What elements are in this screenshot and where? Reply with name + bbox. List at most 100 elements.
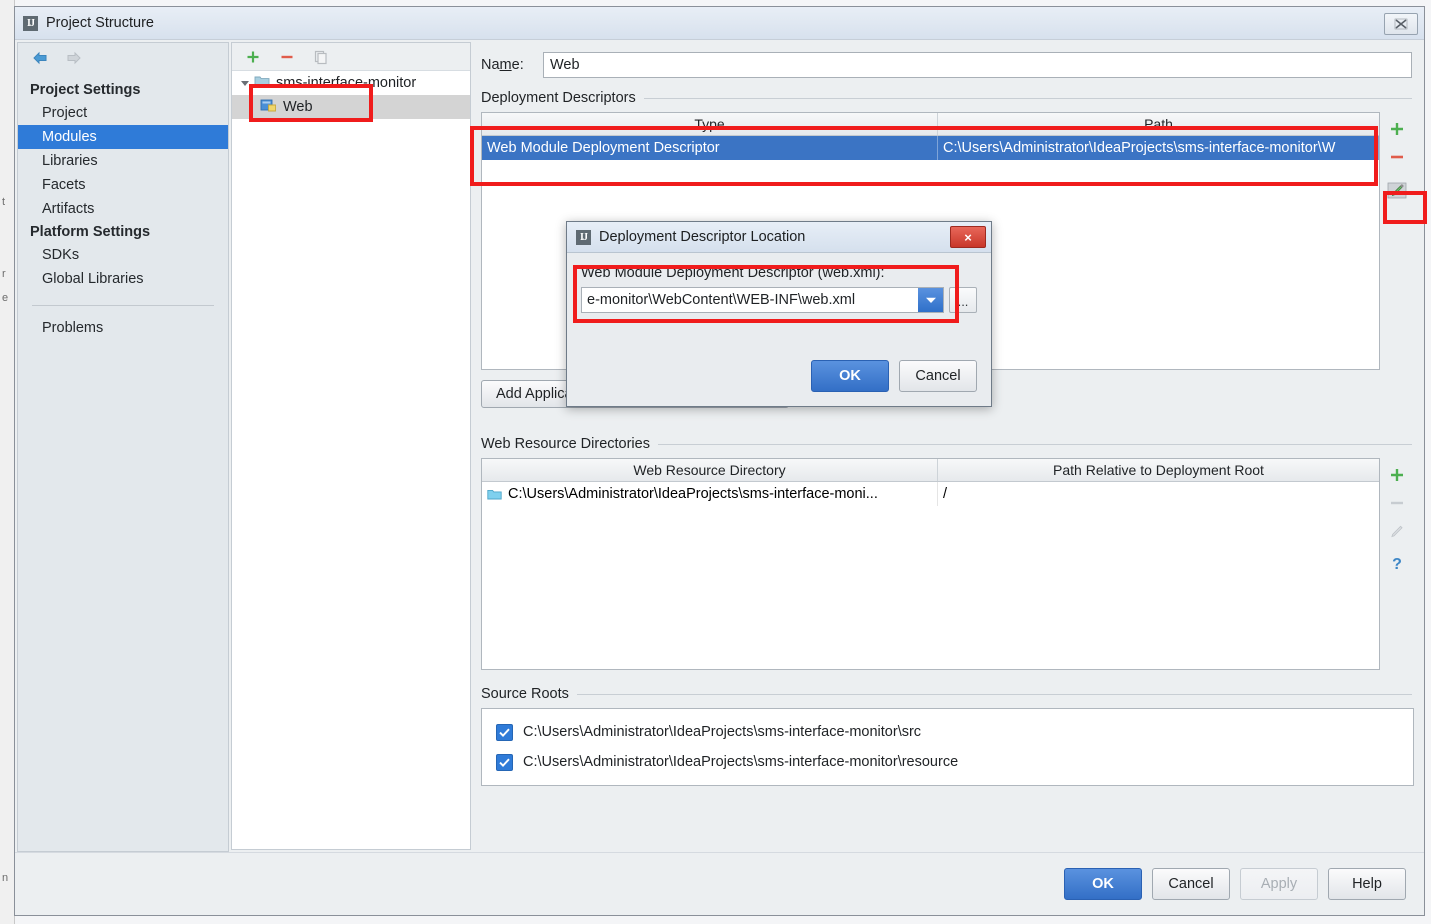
plus-icon[interactable] [244, 48, 262, 66]
folder-icon [254, 74, 270, 92]
remove-web-resource-button [1384, 490, 1410, 516]
deployment-descriptors-toolbar [1380, 112, 1414, 370]
window-footer: OK Cancel Apply Help [15, 852, 1424, 915]
descriptor-path-label: Web Module Deployment Descriptor (web.xm… [581, 265, 885, 281]
intellij-icon: IJ [23, 15, 38, 31]
window-titlebar: IJ Project Structure [15, 7, 1424, 40]
section-title: Source Roots [481, 686, 569, 702]
nav-arrows [18, 43, 228, 73]
dialog-ok-button[interactable]: OK [811, 360, 889, 392]
settings-sidebar: Project Settings Project Modules Librari… [17, 42, 229, 852]
cell-text: C:\Users\Administrator\IdeaProjects\sms-… [508, 486, 878, 502]
browse-button[interactable]: ... [949, 287, 977, 313]
section-title: Web Resource Directories [481, 436, 650, 452]
cell-path: C:\Users\Administrator\IdeaProjects\sms-… [938, 136, 1379, 160]
sidebar-group-project-settings: Project Settings [30, 82, 141, 98]
source-root-row[interactable]: C:\Users\Administrator\IdeaProjects\sms-… [482, 747, 1413, 777]
section-rule [643, 97, 1412, 99]
column-header-web-resource-directory[interactable]: Web Resource Directory [482, 459, 938, 481]
modules-tree: sms-interface-monitor Web [232, 71, 470, 849]
sidebar-item-artifacts[interactable]: Artifacts [18, 197, 228, 221]
chevron-down-icon[interactable] [238, 76, 252, 90]
name-row: Name: [481, 52, 1412, 78]
source-root-checkbox[interactable] [496, 723, 513, 741]
source-root-path: C:\Users\Administrator\IdeaProjects\sms-… [523, 724, 922, 740]
close-icon[interactable] [1384, 13, 1418, 35]
dialog-cancel-button[interactable]: Cancel [899, 360, 977, 392]
source-root-checkbox[interactable] [496, 753, 513, 771]
window-body: Project Settings Project Modules Librari… [15, 40, 1424, 852]
tree-node-sms-interface-monitor[interactable]: sms-interface-monitor [232, 71, 470, 95]
sidebar-group-platform-settings: Platform Settings [30, 224, 151, 240]
help-button[interactable]: Help [1328, 868, 1406, 900]
dialog-title: Deployment Descriptor Location [599, 229, 806, 245]
column-header-type[interactable]: Type [482, 113, 938, 135]
cell-type: Web Module Deployment Descriptor [482, 136, 938, 160]
modules-tree-toolbar [232, 43, 470, 71]
tree-node-web[interactable]: Web [232, 95, 470, 119]
forward-arrow-icon[interactable] [64, 49, 84, 67]
minus-icon[interactable] [278, 48, 296, 66]
section-rule [576, 693, 1412, 695]
screen: t r e n IJ Project Structure Project Set… [0, 0, 1431, 924]
table-row[interactable]: C:\Users\Administrator\IdeaProjects\sms-… [482, 482, 1379, 506]
web-module-icon [260, 98, 277, 117]
ok-button[interactable]: OK [1064, 868, 1142, 900]
sidebar-list: Project Settings Project Modules Librari… [18, 73, 228, 340]
remove-descriptor-button[interactable] [1384, 144, 1410, 170]
module-name-input[interactable] [543, 52, 1412, 78]
sidebar-item-global-libraries[interactable]: Global Libraries [18, 267, 228, 291]
table-header-row: Type Path [482, 113, 1379, 136]
source-root-row[interactable]: C:\Users\Administrator\IdeaProjects\sms-… [482, 717, 1413, 747]
cancel-button[interactable]: Cancel [1152, 868, 1230, 900]
web-resource-directories-block: Web Resource Directory Path Relative to … [481, 458, 1414, 670]
column-header-path[interactable]: Path [938, 113, 1379, 135]
chevron-down-icon[interactable] [918, 288, 943, 312]
column-header-path-relative[interactable]: Path Relative to Deployment Root [938, 459, 1379, 481]
sidebar-divider [32, 305, 214, 306]
edit-web-resource-button [1384, 518, 1410, 544]
add-descriptor-button[interactable] [1384, 116, 1410, 142]
add-web-resource-button[interactable] [1384, 462, 1410, 488]
ghost-text-2: r [2, 268, 6, 280]
ghost-text-4: n [2, 872, 9, 884]
descriptor-path-value: e-monitor\WebContent\WEB-INF\web.xml [587, 292, 856, 308]
ghost-text-1: t [2, 196, 6, 208]
table-header-row: Web Resource Directory Path Relative to … [482, 459, 1379, 482]
web-resource-directories-toolbar: ? [1380, 458, 1414, 670]
window-title: Project Structure [46, 15, 154, 31]
project-structure-window: IJ Project Structure Project Settings Pr… [14, 6, 1425, 916]
cell-web-resource-directory: C:\Users\Administrator\IdeaProjects\sms-… [482, 482, 938, 506]
edit-descriptor-button[interactable] [1384, 178, 1410, 204]
close-icon[interactable]: × [950, 226, 986, 248]
descriptor-path-combobox[interactable]: e-monitor\WebContent\WEB-INF\web.xml [581, 287, 944, 313]
source-root-path: C:\Users\Administrator\IdeaProjects\sms-… [523, 754, 959, 770]
table-row[interactable]: Web Module Deployment Descriptor C:\User… [482, 136, 1379, 160]
ghost-text-3: e [2, 292, 9, 304]
help-web-resource-button[interactable]: ? [1384, 550, 1410, 576]
module-detail-pane: Name: Deployment Descriptors Type Path [471, 42, 1422, 850]
deployment-descriptors-section-header: Deployment Descriptors [481, 90, 1412, 106]
tree-node-label: Web [283, 99, 313, 115]
folder-icon [487, 488, 502, 501]
descriptor-path-row: e-monitor\WebContent\WEB-INF\web.xml ... [581, 287, 977, 313]
svg-text:?: ? [1392, 556, 1402, 572]
dialog-body: Web Module Deployment Descriptor (web.xm… [567, 253, 991, 406]
source-roots-list: C:\Users\Administrator\IdeaProjects\sms-… [481, 708, 1414, 786]
dialog-titlebar: IJ Deployment Descriptor Location × [567, 222, 991, 253]
sidebar-item-project[interactable]: Project [18, 101, 228, 125]
dialog-buttons: OK Cancel [811, 360, 977, 392]
modules-tree-panel: sms-interface-monitor Web [231, 42, 471, 850]
sidebar-item-facets[interactable]: Facets [18, 173, 228, 197]
copy-icon[interactable] [312, 48, 330, 66]
sidebar-item-problems[interactable]: Problems [18, 316, 228, 340]
source-roots-section-header: Source Roots [481, 686, 1412, 702]
sidebar-item-sdks[interactable]: SDKs [18, 243, 228, 267]
section-title: Deployment Descriptors [481, 90, 636, 106]
sidebar-item-libraries[interactable]: Libraries [18, 149, 228, 173]
intellij-icon: IJ [576, 229, 591, 245]
section-rule [657, 443, 1412, 445]
web-resource-directories-table: Web Resource Directory Path Relative to … [481, 458, 1380, 670]
back-arrow-icon[interactable] [30, 49, 50, 67]
sidebar-item-modules[interactable]: Modules [18, 125, 228, 149]
